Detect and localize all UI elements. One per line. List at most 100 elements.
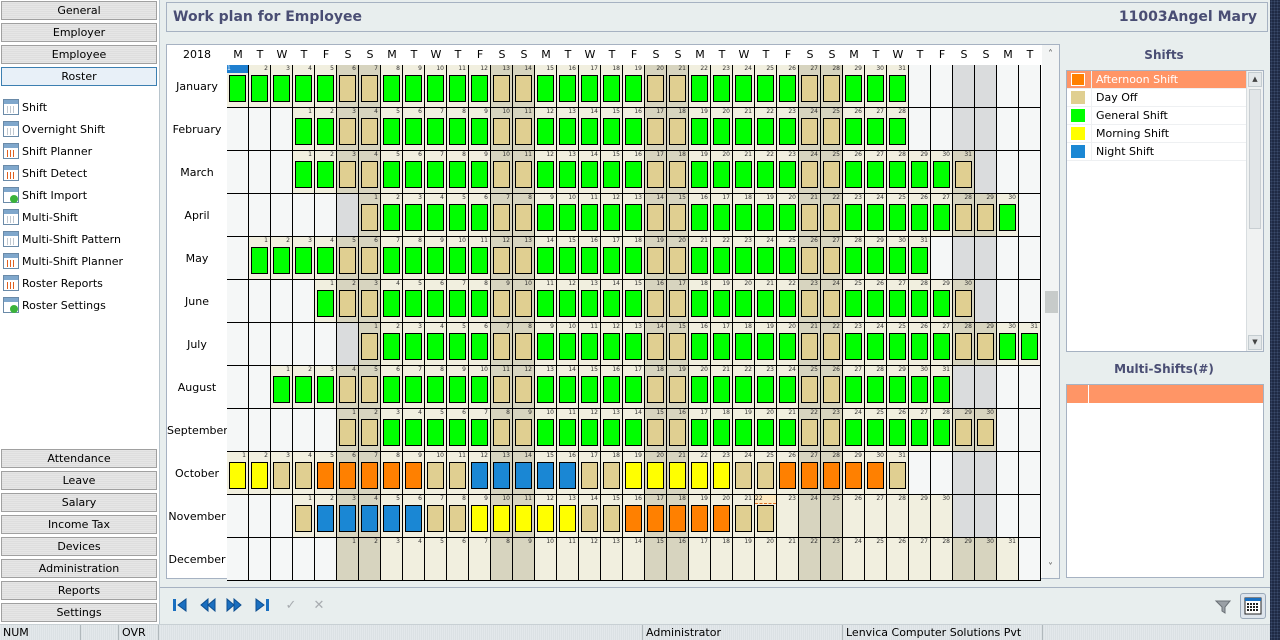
shift-block[interactable] — [735, 290, 752, 317]
day-cell[interactable]: 18 — [733, 194, 755, 237]
shift-block[interactable] — [735, 333, 752, 360]
day-cell[interactable]: 10 — [491, 495, 513, 538]
shift-block[interactable] — [581, 462, 598, 489]
day-cell[interactable]: 20 — [667, 237, 689, 280]
shift-block[interactable] — [867, 290, 884, 317]
day-cell[interactable]: 9 — [425, 237, 447, 280]
shift-block[interactable] — [229, 75, 246, 102]
shift-block[interactable] — [361, 290, 378, 317]
shift-block[interactable] — [801, 290, 818, 317]
shift-block[interactable] — [603, 118, 620, 145]
shift-block[interactable] — [603, 505, 620, 532]
shift-block[interactable] — [647, 247, 664, 274]
day-cell[interactable]: 11 — [447, 65, 469, 108]
first-record-button[interactable] — [172, 598, 190, 614]
shift-block[interactable] — [647, 118, 664, 145]
shift-block[interactable] — [537, 376, 554, 403]
shift-block[interactable] — [317, 376, 334, 403]
shift-block[interactable] — [977, 333, 994, 360]
shift-block[interactable] — [713, 204, 730, 231]
shift-block[interactable] — [801, 118, 818, 145]
shift-block[interactable] — [339, 290, 356, 317]
shift-block[interactable] — [757, 290, 774, 317]
shift-block[interactable] — [603, 290, 620, 317]
day-cell[interactable]: 27 — [821, 237, 843, 280]
day-cell[interactable]: 26 — [909, 323, 931, 366]
day-cell[interactable]: 26 — [843, 108, 865, 151]
day-cell[interactable]: 27 — [909, 538, 931, 581]
sidebar-item-multi-shift-planner[interactable]: Multi-Shift Planner — [0, 250, 158, 272]
day-cell[interactable]: 2 — [249, 452, 271, 495]
day-cell[interactable]: 24 — [755, 237, 777, 280]
shift-block[interactable] — [405, 290, 422, 317]
day-cell[interactable]: 13 — [557, 495, 579, 538]
shift-block[interactable] — [691, 161, 708, 188]
sidebar-item-overnight-shift[interactable]: Overnight Shift — [0, 118, 158, 140]
shift-block[interactable] — [713, 462, 730, 489]
day-cell[interactable]: 9 — [403, 452, 425, 495]
shift-block[interactable] — [603, 333, 620, 360]
day-cell[interactable]: 14 — [579, 108, 601, 151]
day-cell[interactable]: 27 — [931, 323, 953, 366]
shift-block[interactable] — [537, 118, 554, 145]
shift-block[interactable] — [933, 333, 950, 360]
day-cell[interactable]: 11 — [513, 495, 535, 538]
shift-block[interactable] — [735, 419, 752, 446]
day-cell[interactable]: 12 — [579, 538, 601, 581]
day-cell[interactable]: 30 — [975, 538, 997, 581]
day-cell[interactable]: 26 — [865, 280, 887, 323]
shift-block[interactable] — [361, 333, 378, 360]
shift-block[interactable] — [493, 247, 510, 274]
day-cell[interactable]: 16 — [645, 280, 667, 323]
shift-block[interactable] — [625, 333, 642, 360]
day-cell[interactable]: 15 — [579, 366, 601, 409]
day-cell[interactable]: 28 — [843, 237, 865, 280]
day-cell[interactable]: 3 — [381, 538, 403, 581]
day-cell[interactable]: 11 — [513, 151, 535, 194]
day-cell[interactable]: 6 — [447, 538, 469, 581]
shift-block[interactable] — [559, 290, 576, 317]
shift-block[interactable] — [581, 247, 598, 274]
scroll-up-icon[interactable]: ▲ — [1248, 72, 1262, 87]
shift-block[interactable] — [361, 161, 378, 188]
shift-block[interactable] — [427, 247, 444, 274]
day-cell[interactable]: 7 — [469, 409, 491, 452]
shift-block[interactable] — [471, 419, 488, 446]
day-cell[interactable]: 25 — [821, 495, 843, 538]
shift-block[interactable] — [669, 161, 686, 188]
shift-block[interactable] — [647, 376, 664, 403]
day-cell[interactable]: 12 — [469, 452, 491, 495]
shift-block[interactable] — [625, 419, 642, 446]
shift-block[interactable] — [427, 118, 444, 145]
shift-block[interactable] — [559, 376, 576, 403]
shift-block[interactable] — [823, 419, 840, 446]
day-cell[interactable]: 2 — [271, 237, 293, 280]
shift-block[interactable] — [537, 462, 554, 489]
day-cell[interactable]: 21 — [755, 280, 777, 323]
shift-block[interactable] — [867, 376, 884, 403]
shift-block[interactable] — [317, 118, 334, 145]
day-cell[interactable]: 14 — [513, 65, 535, 108]
day-cell[interactable]: 19 — [733, 538, 755, 581]
day-cell[interactable]: 25 — [843, 280, 865, 323]
shift-block[interactable] — [515, 462, 532, 489]
shift-block[interactable] — [823, 247, 840, 274]
day-cell[interactable]: 8 — [447, 495, 469, 538]
day-cell[interactable]: 20 — [645, 452, 667, 495]
shift-block[interactable] — [361, 118, 378, 145]
shift-block[interactable] — [515, 247, 532, 274]
sidebar-item-multi-shift[interactable]: Multi-Shift — [0, 206, 158, 228]
shift-block[interactable] — [383, 118, 400, 145]
shift-block[interactable] — [471, 462, 488, 489]
day-cell[interactable]: 4 — [359, 151, 381, 194]
day-cell[interactable]: 31 — [909, 237, 931, 280]
day-cell[interactable]: 17 — [645, 495, 667, 538]
day-cell[interactable]: 9 — [491, 280, 513, 323]
day-cell[interactable]: 8 — [469, 280, 491, 323]
shift-block[interactable] — [691, 419, 708, 446]
shift-block[interactable] — [581, 376, 598, 403]
shift-block[interactable] — [757, 333, 774, 360]
shift-block[interactable] — [757, 462, 774, 489]
shift-block[interactable] — [559, 333, 576, 360]
shift-block[interactable] — [669, 462, 686, 489]
